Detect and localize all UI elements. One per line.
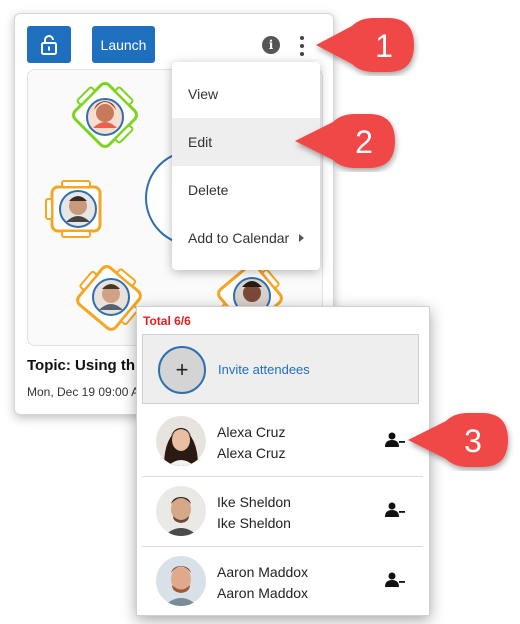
callout-1: 1 (316, 18, 414, 72)
attendee-row: Aaron Maddox Aaron Maddox (142, 547, 423, 615)
menu-item-label: Delete (188, 182, 229, 198)
add-icon: + (158, 346, 206, 394)
menu-item-add-to-calendar[interactable]: Add to Calendar (172, 214, 320, 262)
attendee-row: Ike Sheldon Ike Sheldon (142, 477, 423, 547)
callout-number: 2 (355, 124, 373, 160)
unlock-icon (41, 34, 57, 55)
info-icon[interactable]: i (262, 36, 280, 54)
seat-avatar-3 (92, 278, 130, 316)
avatar (156, 556, 206, 606)
remove-person-icon[interactable] (385, 432, 405, 448)
seat-avatar-1 (86, 98, 124, 136)
attendee-name: Ike Sheldon (217, 494, 291, 510)
attendees-panel: Total 6/6 + Invite attendees Alexa Cruz … (136, 306, 430, 616)
attendee-subname: Ike Sheldon (217, 515, 291, 531)
attendee-subname: Alexa Cruz (217, 445, 286, 461)
callout-2: 2 (295, 114, 395, 168)
attendee-subname: Aaron Maddox (217, 585, 309, 601)
more-options-icon[interactable] (298, 36, 306, 56)
avatar (156, 486, 206, 536)
attendee-name: Aaron Maddox (217, 564, 309, 580)
invite-attendees-button[interactable]: + Invite attendees (142, 334, 419, 404)
launch-button[interactable]: Launch (92, 26, 155, 63)
room-topic: Topic: Using th (27, 357, 136, 374)
menu-item-label: Edit (188, 134, 213, 150)
submenu-arrow-icon (299, 234, 304, 242)
callout-3: 3 (408, 413, 508, 467)
attendee-total: Total 6/6 (143, 314, 191, 328)
invite-attendees-label: Invite attendees (218, 362, 310, 377)
remove-person-icon[interactable] (385, 502, 405, 518)
menu-item-delete[interactable]: Delete (172, 166, 320, 214)
room-date: Mon, Dec 19 09:00 A (27, 385, 140, 399)
remove-person-icon[interactable] (385, 572, 405, 588)
menu-item-label: Add to Calendar (188, 230, 290, 246)
lock-button[interactable] (27, 26, 71, 63)
menu-item-label: View (188, 86, 219, 102)
seat-avatar-2 (59, 190, 97, 228)
avatar (156, 416, 206, 466)
attendee-name: Alexa Cruz (217, 424, 286, 440)
callout-number: 1 (375, 28, 393, 64)
callout-number: 3 (464, 423, 482, 459)
attendee-row: Alexa Cruz Alexa Cruz (142, 407, 423, 477)
